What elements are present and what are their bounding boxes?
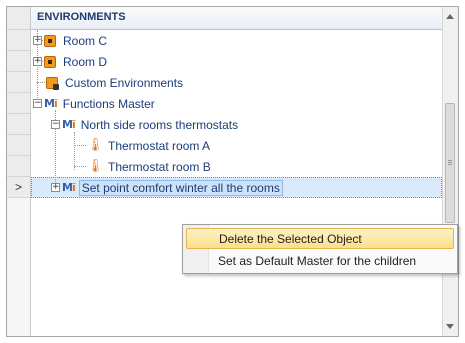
tree-node-label: Functions Master bbox=[62, 96, 155, 111]
row-header-corner bbox=[7, 7, 30, 30]
tree-node-label: Thermostat room B bbox=[108, 159, 211, 174]
row-header-cell[interactable] bbox=[7, 114, 30, 135]
tree-connector bbox=[74, 132, 75, 170]
tree-node-custom-environments[interactable]: Custom Environments bbox=[46, 72, 185, 93]
row-header-column: > bbox=[7, 7, 31, 336]
function-master-icon: Mĩ bbox=[44, 97, 58, 110]
tree-node-label: Room C bbox=[63, 33, 108, 48]
environment-tree: + Room C + Room D Custom Environments − … bbox=[31, 30, 442, 336]
grip-line bbox=[448, 162, 452, 163]
tree-node-room-d[interactable]: + Room D bbox=[33, 51, 109, 72]
thermostat-icon: 🌡 bbox=[87, 159, 104, 174]
current-row-marker: > bbox=[14, 180, 22, 194]
tree-node-label: Set point comfort winter all the rooms bbox=[78, 179, 283, 196]
row-header-cell[interactable] bbox=[7, 51, 30, 72]
tree-connector bbox=[74, 145, 86, 146]
scroll-down-arrow-icon[interactable] bbox=[446, 324, 454, 329]
room-icon bbox=[44, 34, 56, 47]
expand-icon[interactable]: + bbox=[33, 36, 42, 45]
grip-line bbox=[448, 164, 452, 165]
tree-node-label: North side rooms thermostats bbox=[80, 117, 239, 132]
expand-icon[interactable]: + bbox=[33, 57, 42, 66]
row-header-cell[interactable] bbox=[7, 156, 30, 177]
scroll-up-arrow-icon[interactable] bbox=[446, 14, 454, 19]
environments-panel: > ENVIRONMENTS + Room C + Room D Custom … bbox=[6, 6, 459, 337]
column-header[interactable]: ENVIRONMENTS bbox=[31, 7, 442, 30]
tree-node-label: Room D bbox=[63, 54, 108, 69]
tree-node-north-side-thermostats[interactable]: − Mĩ North side rooms thermostats bbox=[51, 114, 240, 135]
tree-node-set-point-comfort-winter[interactable]: + Mĩ Set point comfort winter all the ro… bbox=[51, 177, 283, 198]
thermostat-icon: 🌡 bbox=[87, 138, 104, 153]
vertical-scrollbar[interactable] bbox=[442, 7, 458, 336]
menu-item-delete-selected-object[interactable]: Delete the Selected Object bbox=[186, 228, 454, 249]
tree-connector bbox=[74, 166, 86, 167]
tree-node-functions-master[interactable]: − Mĩ Functions Master bbox=[33, 93, 157, 114]
tree-node-thermostat-room-b[interactable]: 🌡 Thermostat room B bbox=[87, 156, 213, 177]
collapse-icon[interactable]: − bbox=[51, 120, 60, 129]
expand-icon[interactable]: + bbox=[51, 183, 60, 192]
row-header-cell[interactable] bbox=[7, 135, 30, 156]
grip-line bbox=[448, 160, 452, 161]
collapse-icon[interactable]: − bbox=[33, 99, 42, 108]
room-icon bbox=[44, 55, 56, 68]
tree-node-label: Thermostat room A bbox=[108, 138, 211, 153]
column-header-title: ENVIRONMENTS bbox=[37, 11, 126, 23]
function-master-icon: Mĩ bbox=[62, 181, 76, 194]
menu-item-label: Set as Default Master for the children bbox=[218, 253, 417, 268]
tree-node-room-c[interactable]: + Room C bbox=[33, 30, 109, 51]
scrollbar-thumb[interactable] bbox=[445, 103, 455, 223]
row-header-cell[interactable] bbox=[7, 93, 30, 114]
function-master-icon: Mĩ bbox=[62, 118, 76, 131]
menu-item-set-default-master[interactable]: Set as Default Master for the children bbox=[186, 250, 454, 271]
row-header-cell[interactable] bbox=[7, 30, 30, 51]
custom-environment-icon bbox=[46, 76, 59, 90]
row-header-cell[interactable] bbox=[7, 72, 30, 93]
context-menu: Delete the Selected Object Set as Defaul… bbox=[182, 224, 458, 274]
row-header-current[interactable]: > bbox=[7, 177, 30, 198]
tree-node-thermostat-room-a[interactable]: 🌡 Thermostat room A bbox=[87, 135, 212, 156]
tree-node-label: Custom Environments bbox=[65, 75, 184, 90]
menu-item-label: Delete the Selected Object bbox=[219, 231, 362, 246]
